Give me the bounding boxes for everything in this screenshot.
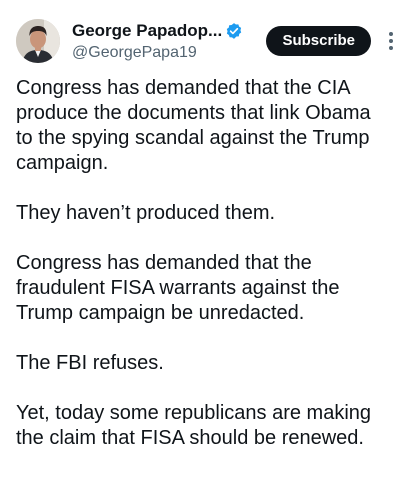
tweet-paragraph: Congress has demanded that the fraudulen…	[16, 252, 340, 324]
tweet-paragraph: They haven’t produced them.	[16, 202, 276, 224]
tweet-paragraph: The FBI refuses.	[16, 352, 164, 374]
tweet-body: Congress has demanded that the CIA produ…	[16, 76, 401, 451]
more-vertical-icon[interactable]	[381, 28, 401, 54]
display-name[interactable]: George Papadop...	[72, 20, 222, 42]
author-handle[interactable]: @GeorgePapa19	[72, 42, 266, 63]
avatar[interactable]	[16, 19, 60, 63]
tweet: George Papadop... @GeorgePapa19 Subscrib…	[0, 0, 417, 500]
tweet-header: George Papadop... @GeorgePapa19 Subscrib…	[16, 16, 401, 66]
tweet-paragraph: Yet, today some republicans are making t…	[16, 402, 372, 449]
verified-badge-icon	[225, 22, 243, 40]
author-names: George Papadop... @GeorgePapa19	[72, 20, 266, 63]
tweet-paragraph: Congress has demanded that the CIA produ…	[16, 77, 371, 174]
name-row: George Papadop...	[72, 20, 266, 42]
subscribe-button[interactable]: Subscribe	[266, 26, 371, 56]
